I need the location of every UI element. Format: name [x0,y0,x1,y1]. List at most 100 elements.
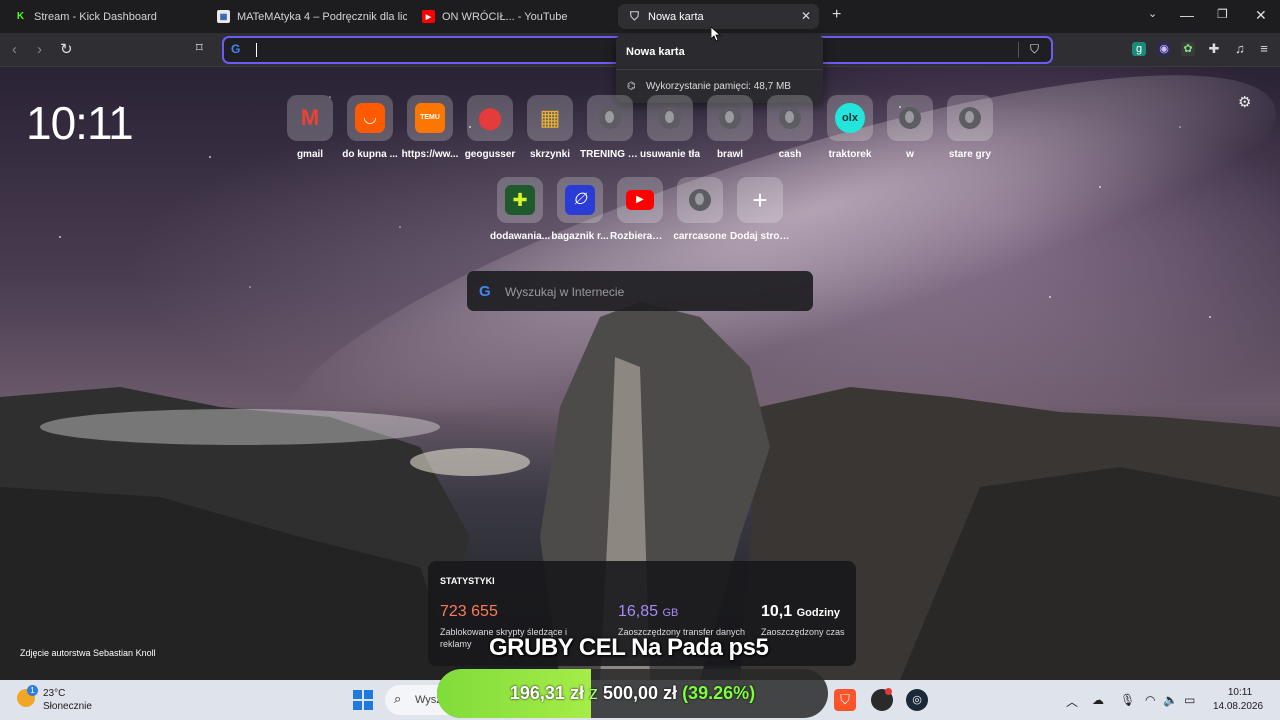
tile-carrcasone[interactable]: carrcasone [670,177,730,242]
memory-icon: ⌬ [627,81,636,92]
tile-usuwanie-tla[interactable]: usuwanie tła [640,95,700,160]
globe-icon [587,95,633,141]
weather-temp[interactable]: 23°C [43,688,65,699]
tab-title: Nowa karta [648,10,704,23]
donation-goal-bar: 196,31 zł z 500,00 zł (39.26%) [437,669,828,718]
tile-brawl[interactable]: brawl [700,95,760,160]
map-pin-icon: ⬤ [467,95,513,141]
search-placeholder: Wyszukaj w Internecie [505,285,625,299]
back-button[interactable]: ‹ [12,41,17,58]
puzzle-icon[interactable]: ✚ [1207,42,1221,56]
tile-traktorek[interactable]: olx traktorek [820,95,880,160]
photo-credit[interactable]: Zdjęcie autorstwa Sebastian Knoll [20,648,156,658]
stat-value: 10,1 [761,603,793,620]
divider [616,69,823,70]
search-icon: ⌕ [394,691,402,706]
tooltip-title: Nowa karta [626,46,685,58]
dino-icon: ✚ [497,177,543,223]
web-search-box[interactable]: G Wyszukaj w Internecie [467,271,813,311]
google-icon: G [231,42,241,56]
crate-icon: ▦ [527,95,573,141]
tile-cash[interactable]: cash [760,95,820,160]
globe-icon [707,95,753,141]
menu-icon[interactable]: ≡ [1257,42,1271,56]
stat-value: 16,85 [618,603,659,620]
goal-target: 500,00 zł [602,683,678,703]
tile-do-kupna[interactable]: ◡ do kupna ... [340,95,400,160]
chevron-down-icon[interactable]: ⌄ [1148,7,1157,20]
text-caret [256,43,257,57]
eye-icon[interactable]: ◉ [1157,42,1171,56]
speaker-icon[interactable]: 🔈 [1163,693,1178,707]
battery-icon[interactable]: ▭ [1184,693,1195,707]
extension-icon[interactable]: ✿ [1181,42,1195,56]
clock-widget: 10:11 [26,97,134,149]
goal-separator: z [588,683,598,703]
mouse-cursor-icon [711,27,721,42]
system-date[interactable]: 14.08.2026 [1211,701,1265,712]
stat-unit: GB [662,607,679,619]
tile-label: bagaznik r... [551,231,609,242]
tile-label: carrcasone [673,231,727,242]
music-icon[interactable]: ♫ [1233,42,1247,56]
tab-strip: K Stream - Kick Dashboard ▦ MATeMAtyka 4… [0,0,1280,33]
stats-heading: STATYSTYKI [440,576,495,586]
minimize-button[interactable]: — [1180,7,1194,23]
tile-trening[interactable]: TRENING R... [580,95,640,160]
new-tab-button[interactable]: + [832,6,841,24]
globe-icon [887,95,933,141]
tile-label: Rozbieram ... [610,231,670,242]
tab-title: ON WRÓCIŁ... - YouTube [442,10,568,23]
restore-button[interactable]: ❐ [1217,7,1228,21]
tile-label: skrzynki [529,149,571,160]
close-window-button[interactable]: ✕ [1255,7,1267,24]
notification-dot [885,688,892,695]
brave-browser-icon[interactable]: ⛉ [834,689,856,711]
extension-icon[interactable]: g [1132,42,1146,56]
notification-badge: 1 [27,685,38,696]
tile-bagaznik[interactable]: ∅ bagaznik r... [550,177,610,242]
windows-start-icon[interactable] [352,689,374,711]
gear-icon[interactable]: ⚙ [1238,93,1251,111]
tile-gmail[interactable]: M gmail [280,95,340,160]
bookmark-icon[interactable]: ⌑ [196,40,203,56]
system-time[interactable]: 10:11 [1215,687,1265,698]
tile-geogusser[interactable]: ⬤ geogusser [460,95,520,160]
tile-label: traktorek [828,149,872,160]
tab-youtube[interactable]: ▶ ON WRÓCIŁ... - YouTube [422,4,612,29]
globe-icon [947,95,993,141]
tile-skrzynki[interactable]: ▦ skrzynki [520,95,580,160]
tile-w[interactable]: w [880,95,940,160]
chevron-up-icon[interactable]: ︿ [1066,693,1078,710]
tab-matematyka[interactable]: ▦ MATeMAtyka 4 – Podręcznik dla liceu [217,4,407,29]
tile-temu[interactable]: TEMU https://ww... [400,95,460,160]
stat-description: Zaoszczędzony czas [761,627,845,637]
tile-label: Dodaj stronę [730,231,790,242]
stat-value: 723 655 [440,603,498,620]
forward-button[interactable]: › [37,41,42,58]
tile-dodawania[interactable]: ✚ dodawania... [490,177,550,242]
tile-label: brawl [716,149,744,160]
brave-shield-icon[interactable]: ⛉ [1030,42,1039,57]
weather-desc[interactable]: Słonecznie [43,701,92,712]
youtube-icon: ▶ [617,177,663,223]
kick-icon: K [14,10,27,23]
reload-button[interactable]: ↻ [60,40,73,58]
tile-label: TRENING R... [580,149,640,160]
book-icon: ▦ [217,10,230,23]
tile-label: w [906,149,914,160]
memory-usage: Wykorzystanie pamięci: 48,7 MB [646,81,791,92]
tab-kick[interactable]: K Stream - Kick Dashboard [14,4,204,29]
globe-icon [677,177,723,223]
tile-rozbieram[interactable]: ▶ Rozbieram ... [610,177,670,242]
close-tab-icon[interactable]: ✕ [801,9,811,23]
tab-new-tab[interactable]: ⛉ Nowa karta ✕ [618,4,819,29]
stat-time: 10,1 Godziny Zaoszczędzony czas [761,603,851,638]
youtube-icon: ▶ [422,10,435,23]
wifi-icon[interactable]: ◠ [1145,693,1155,707]
cloud-icon[interactable]: ☁ [1092,693,1104,707]
tile-add-site[interactable]: + Dodaj stronę [730,177,790,242]
steam-icon[interactable]: ◎ [906,689,928,711]
microphone-icon[interactable]: 🎙 [1120,693,1135,707]
tile-stare-gry[interactable]: stare gry [940,95,1000,160]
